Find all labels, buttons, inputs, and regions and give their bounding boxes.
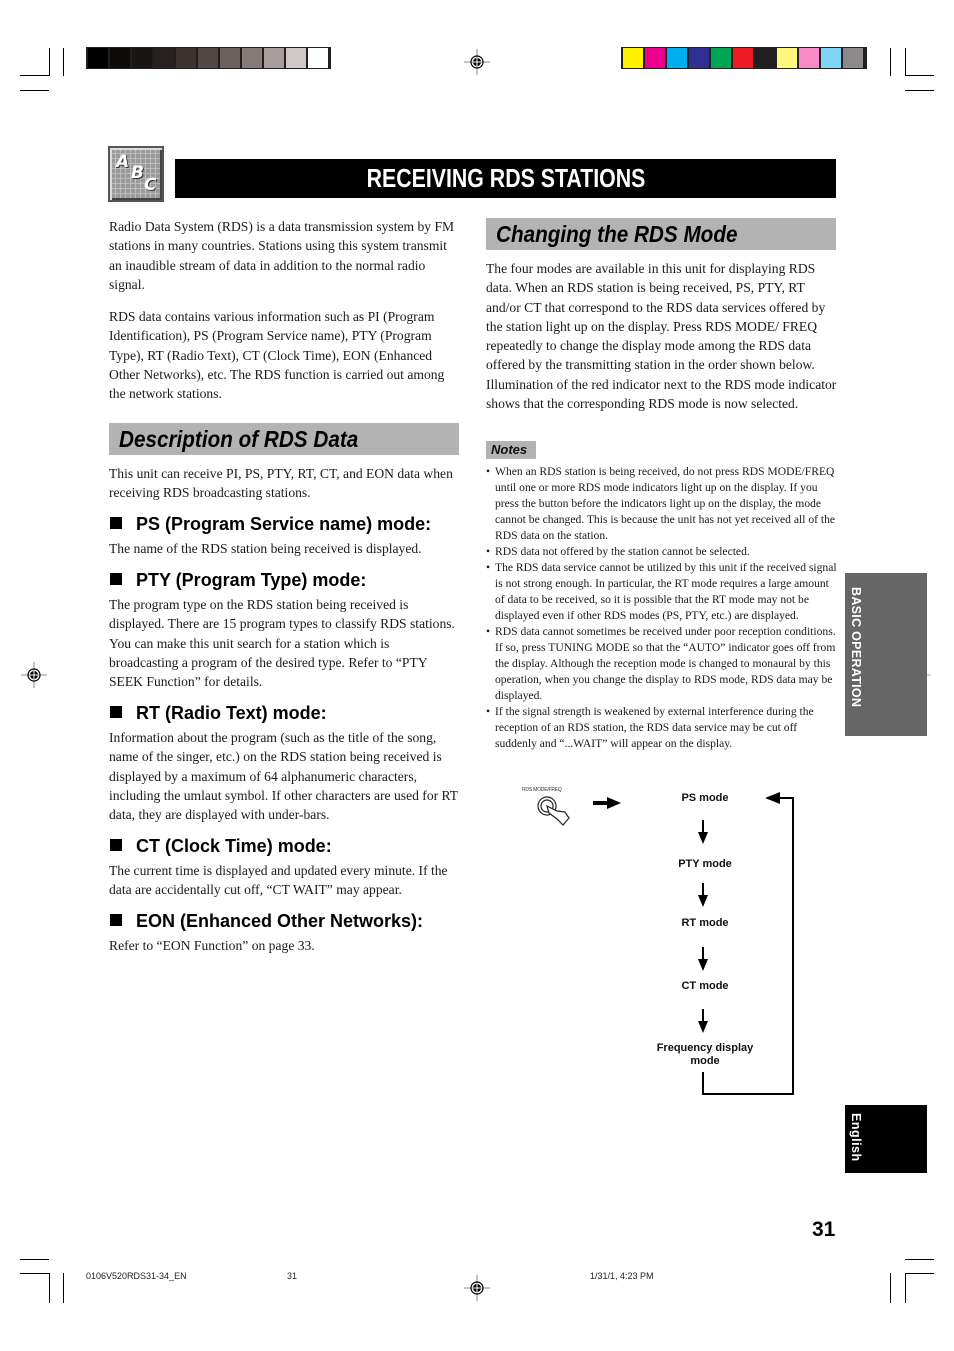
mode-body-pty: The program type on the RDS station bein… <box>109 597 455 690</box>
section-tab-label: BASIC OPERATION <box>849 587 863 708</box>
mode-body-ct: The current time is displayed and update… <box>109 863 448 898</box>
section-heading-text: Description of RDS Data <box>119 426 359 452</box>
color-swatch <box>711 48 731 68</box>
notes-list: When an RDS station is being received, d… <box>486 464 838 752</box>
crop-mark <box>49 1273 50 1303</box>
color-swatch <box>88 48 108 68</box>
color-swatch <box>286 48 306 68</box>
rds-mode-button-label: RDS MODE/FREQ <box>522 787 562 793</box>
mode-heading-text: EON (Enhanced Other Networks): <box>136 911 424 931</box>
color-swatch <box>264 48 284 68</box>
mode-heading-text: RT (Radio Text) mode: <box>136 703 327 723</box>
crop-mark <box>905 1273 934 1274</box>
color-swatch <box>110 48 130 68</box>
color-swatch <box>645 48 665 68</box>
mode-heading-ct: CT (Clock Time) mode: <box>110 835 332 857</box>
intro-paragraph: Radio Data System (RDS) is a data transm… <box>109 219 455 292</box>
mode-heading-pty: PTY (Program Type) mode: <box>110 569 366 591</box>
color-swatch <box>176 48 196 68</box>
bullet-square-icon <box>110 839 122 851</box>
crop-mark <box>905 90 934 91</box>
changing-mode-body: The four modes are available in this uni… <box>486 261 837 412</box>
crop-mark <box>905 48 906 76</box>
color-swatch <box>242 48 262 68</box>
page-title: RECEIVING RDS STATIONS <box>175 159 836 198</box>
color-swatch <box>843 48 863 68</box>
crop-mark <box>63 48 64 76</box>
icon-letter: C <box>144 175 157 195</box>
color-swatch <box>132 48 152 68</box>
color-swatch <box>821 48 841 68</box>
page-number: 31 <box>812 1218 836 1241</box>
bullet-square-icon <box>110 573 122 585</box>
section-intro: This unit can receive PI, PS, PTY, RT, C… <box>109 466 453 501</box>
grayscale-color-bar <box>86 47 331 69</box>
color-swatch <box>733 48 753 68</box>
bullet-square-icon <box>110 706 122 718</box>
crop-mark <box>890 1273 891 1303</box>
bullet-square-icon <box>110 517 122 529</box>
mode-heading-text: PTY (Program Type) mode: <box>136 570 367 590</box>
color-swatch <box>777 48 797 68</box>
color-swatch <box>799 48 819 68</box>
note-item: RDS data cannot sometimes be received un… <box>486 624 838 704</box>
notes-label: Notes <box>486 441 536 459</box>
color-swatch <box>755 48 775 68</box>
registration-mark-icon <box>464 49 490 75</box>
footer-filename: 0106V520RDS31-34_EN <box>86 1271 187 1281</box>
crop-mark <box>905 1259 934 1260</box>
footer-timestamp: 1/31/1, 4:23 PM <box>590 1271 654 1281</box>
color-swatch <box>667 48 687 68</box>
color-swatch <box>689 48 709 68</box>
crop-mark <box>20 1273 49 1274</box>
bullet-square-icon <box>110 914 122 926</box>
mode-heading-rt: RT (Radio Text) mode: <box>110 702 327 724</box>
note-item: When an RDS station is being received, d… <box>486 464 838 544</box>
section-heading-description: Description of RDS Data <box>109 423 459 455</box>
arrow-right-icon <box>593 797 621 809</box>
icon-letter: B <box>131 163 144 183</box>
process-color-bar <box>621 47 867 69</box>
crop-mark <box>20 75 49 76</box>
mode-heading-text: CT (Clock Time) mode: <box>136 836 332 856</box>
crop-mark <box>20 90 49 91</box>
color-swatch <box>154 48 174 68</box>
color-swatch <box>198 48 218 68</box>
note-item: RDS data not offered by the station cann… <box>486 544 838 560</box>
mode-body-eon: Refer to “EON Function” on page 33. <box>109 938 315 953</box>
registration-mark-icon <box>21 662 47 688</box>
crop-mark <box>905 75 934 76</box>
language-tab-label: English <box>849 1113 863 1162</box>
crop-mark <box>20 1259 49 1260</box>
crop-mark <box>63 1273 64 1303</box>
section-tab-basic-operation: BASIC OPERATION <box>845 573 927 736</box>
crop-mark <box>890 48 891 76</box>
footer-page: 31 <box>287 1271 298 1281</box>
color-swatch <box>308 48 328 68</box>
finger-press-button-icon <box>537 796 570 826</box>
note-item: The RDS data service cannot be utilized … <box>486 560 838 624</box>
crop-mark <box>49 48 50 76</box>
page-title-text: RECEIVING RDS STATIONS <box>366 163 645 193</box>
registration-mark-icon <box>464 1275 490 1301</box>
color-swatch <box>623 48 643 68</box>
section-heading-text: Changing the RDS Mode <box>496 221 738 247</box>
icon-letter: A <box>116 152 130 172</box>
section-heading-changing-mode: Changing the RDS Mode <box>486 218 836 250</box>
color-swatch <box>220 48 240 68</box>
language-tab-english: English <box>845 1105 927 1173</box>
note-item: If the signal strength is weakened by ex… <box>486 704 838 752</box>
abc-chapter-icon: A B C <box>108 146 164 202</box>
mode-body-rt: Information about the program (such as t… <box>109 730 458 823</box>
mode-body-ps: The name of the RDS station being receiv… <box>109 541 422 556</box>
loop-back-arrow <box>702 792 794 1095</box>
intro-paragraph: RDS data contains various information su… <box>109 309 445 402</box>
mode-heading-ps: PS (Program Service name) mode: <box>110 513 431 535</box>
mode-heading-text: PS (Program Service name) mode: <box>136 514 432 534</box>
mode-heading-eon: EON (Enhanced Other Networks): <box>110 910 423 932</box>
crop-mark <box>905 1273 906 1303</box>
